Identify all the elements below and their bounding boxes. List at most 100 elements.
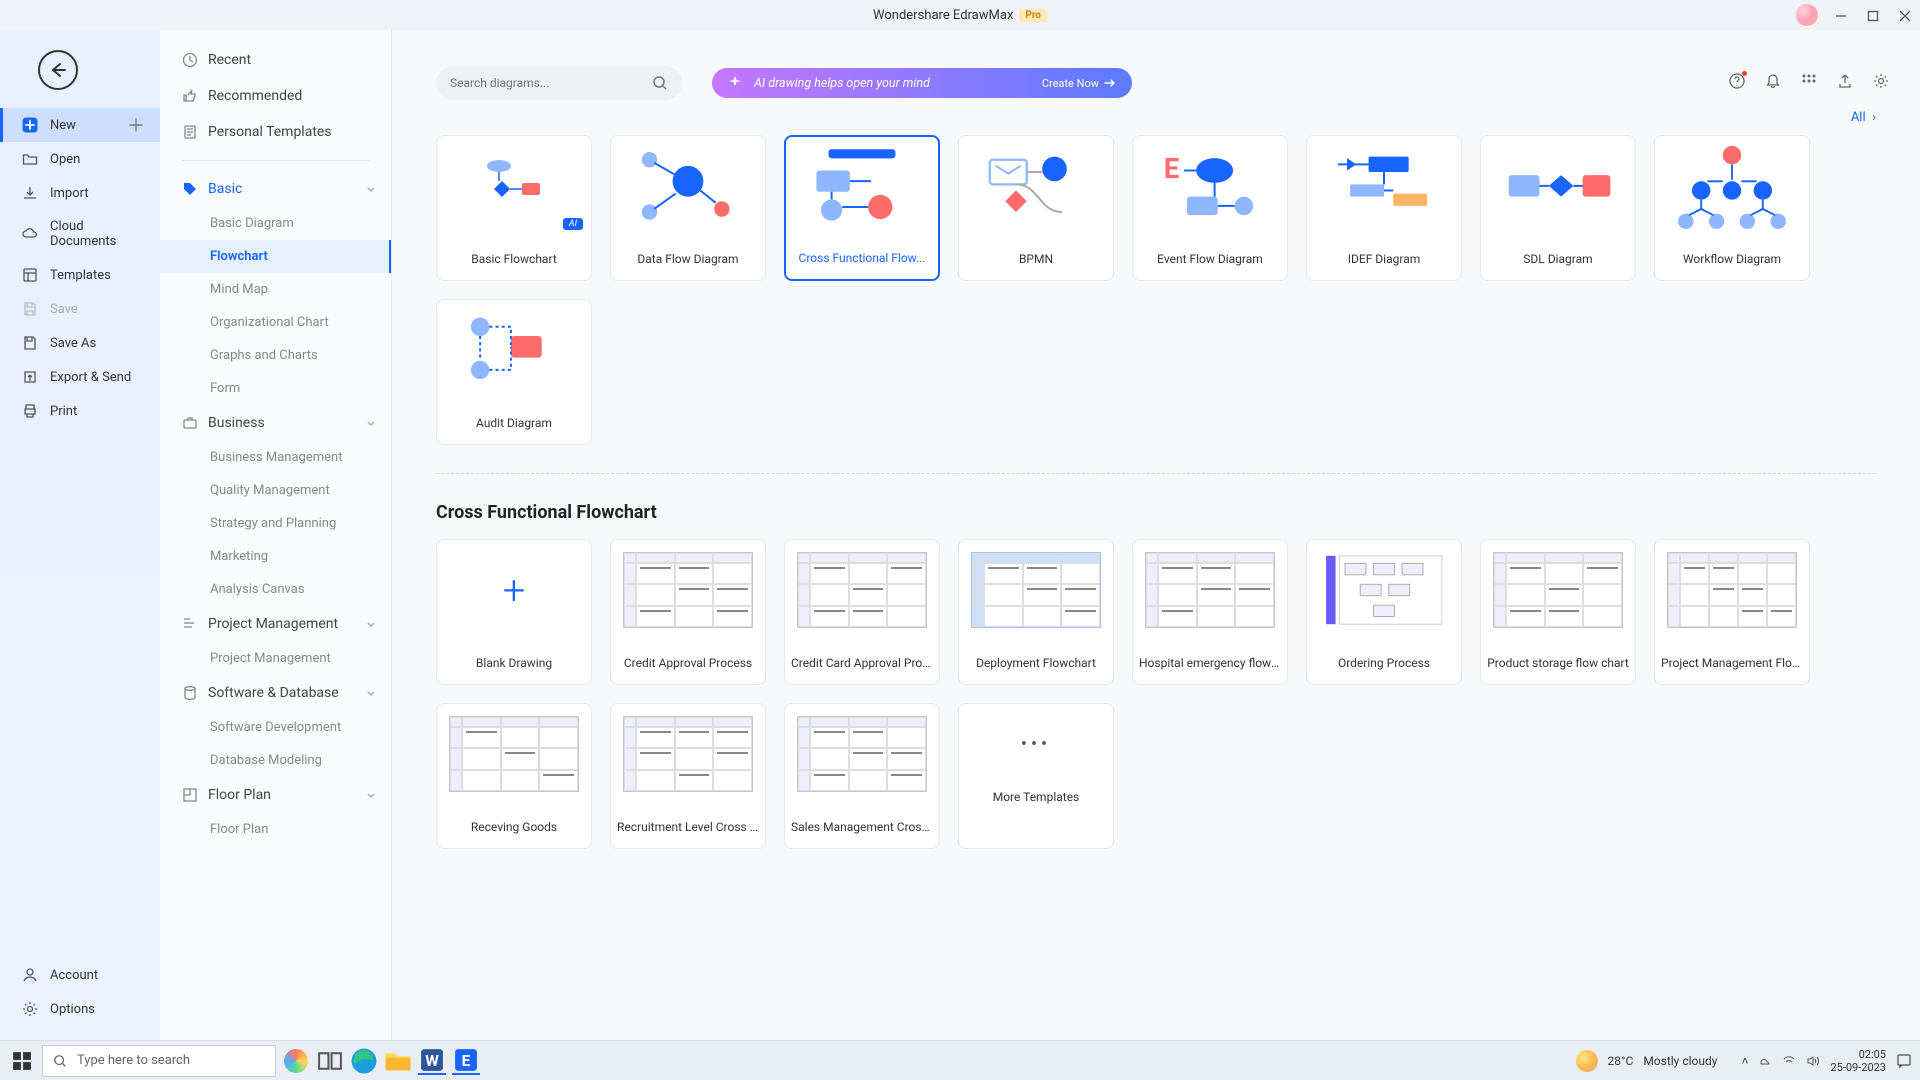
tpl-blank[interactable]: +Blank Drawing bbox=[436, 539, 592, 685]
cat-sub-project-mgmt[interactable]: Project Management bbox=[160, 642, 391, 675]
cat-header-floor-plan[interactable]: Floor Plan bbox=[160, 777, 391, 813]
start-button[interactable] bbox=[8, 1047, 36, 1075]
rail-open[interactable]: Open bbox=[0, 142, 160, 176]
app-title: Wondershare EdrawMax bbox=[873, 8, 1013, 23]
rail-export-send[interactable]: Export & Send bbox=[0, 360, 160, 394]
help-icon[interactable] bbox=[1728, 72, 1746, 90]
rail-save-as[interactable]: Save As bbox=[0, 326, 160, 360]
tpl-basic-flowchart[interactable]: AIBasic Flowchart bbox=[436, 135, 592, 281]
clock-icon bbox=[182, 52, 198, 68]
cat-sub-strategy[interactable]: Strategy and Planning bbox=[160, 507, 391, 540]
cat-sub-software-dev[interactable]: Software Development bbox=[160, 711, 391, 744]
tpl-data-flow[interactable]: Data Flow Diagram bbox=[610, 135, 766, 281]
cat-sub-quality-mgmt[interactable]: Quality Management bbox=[160, 474, 391, 507]
weather-temp[interactable]: 28°C bbox=[1608, 1054, 1634, 1068]
templates-icon bbox=[22, 267, 38, 283]
cat-recent[interactable]: Recent bbox=[160, 42, 391, 78]
edrawmax-icon[interactable]: E bbox=[452, 1047, 480, 1075]
database-icon bbox=[182, 685, 198, 701]
chevron-down-icon bbox=[365, 789, 377, 801]
cat-recommended[interactable]: Recommended bbox=[160, 78, 391, 114]
task-view-icon[interactable] bbox=[316, 1047, 344, 1075]
tpl-credit-card-approval[interactable]: Credit Card Approval Proc... bbox=[784, 539, 940, 685]
back-button[interactable] bbox=[38, 50, 78, 90]
tpl-ordering[interactable]: Ordering Process bbox=[1306, 539, 1462, 685]
tpl-idef[interactable]: IDEF Diagram bbox=[1306, 135, 1462, 281]
tpl-credit-approval[interactable]: Credit Approval Process bbox=[610, 539, 766, 685]
rail-templates[interactable]: Templates bbox=[0, 258, 160, 292]
tpl-workflow[interactable]: Workflow Diagram bbox=[1654, 135, 1810, 281]
notifications-tray-icon[interactable] bbox=[1896, 1053, 1912, 1069]
tpl-product-storage[interactable]: Product storage flow chart bbox=[1480, 539, 1636, 685]
apps-icon[interactable] bbox=[1800, 72, 1818, 90]
cat-sub-analysis-canvas[interactable]: Analysis Canvas bbox=[160, 573, 391, 606]
export-icon bbox=[22, 369, 38, 385]
tpl-label: SDL Diagram bbox=[1481, 252, 1635, 266]
cat-sub-db-modeling[interactable]: Database Modeling bbox=[160, 744, 391, 777]
share-icon[interactable] bbox=[1836, 72, 1854, 90]
cat-sub-org-chart[interactable]: Organizational Chart bbox=[160, 306, 391, 339]
onedrive-tray-icon[interactable] bbox=[1758, 1054, 1772, 1068]
search-input[interactable] bbox=[450, 76, 652, 90]
cortana-icon[interactable] bbox=[282, 1047, 310, 1075]
titlebar: Wondershare EdrawMax Pro bbox=[0, 0, 1920, 30]
ai-banner[interactable]: AI drawing helps open your mind Create N… bbox=[712, 68, 1132, 98]
tpl-deployment[interactable]: Deployment Flowchart bbox=[958, 539, 1114, 685]
rail-new[interactable]: New bbox=[0, 108, 160, 142]
edge-icon[interactable] bbox=[350, 1047, 378, 1075]
word-icon[interactable]: W bbox=[418, 1047, 446, 1075]
cat-header-business[interactable]: Business bbox=[160, 405, 391, 441]
tpl-cross-functional[interactable]: Cross Functional Flow... bbox=[784, 135, 940, 281]
rail-options[interactable]: Options bbox=[0, 992, 160, 1026]
tpl-recruitment[interactable]: Recruitment Level Cross F... bbox=[610, 703, 766, 849]
avatar[interactable] bbox=[1796, 4, 1818, 26]
tpl-label: Product storage flow chart bbox=[1481, 656, 1635, 670]
cat-sub-graphs-charts[interactable]: Graphs and Charts bbox=[160, 339, 391, 372]
close-button[interactable] bbox=[1898, 8, 1912, 22]
gantt-icon bbox=[182, 616, 198, 632]
cat-sub-marketing[interactable]: Marketing bbox=[160, 540, 391, 573]
ai-create-button[interactable]: Create Now bbox=[1042, 77, 1116, 90]
tpl-hospital[interactable]: Hospital emergency flow c... bbox=[1132, 539, 1288, 685]
cat-sub-business-mgmt[interactable]: Business Management bbox=[160, 441, 391, 474]
new-add-icon[interactable] bbox=[128, 117, 144, 133]
rail-import[interactable]: Import bbox=[0, 176, 160, 210]
wifi-tray-icon[interactable] bbox=[1782, 1054, 1796, 1068]
search-box[interactable] bbox=[436, 66, 682, 100]
cat-sub-flowchart[interactable]: Flowchart bbox=[160, 240, 391, 273]
cat-sub-form[interactable]: Form bbox=[160, 372, 391, 405]
cat-sub-mind-map[interactable]: Mind Map bbox=[160, 273, 391, 306]
volume-tray-icon[interactable] bbox=[1806, 1054, 1820, 1068]
cat-sub-basic-diagram[interactable]: Basic Diagram bbox=[160, 207, 391, 240]
cat-header-basic[interactable]: Basic bbox=[160, 171, 391, 207]
weather-text[interactable]: Mostly cloudy bbox=[1643, 1054, 1717, 1068]
cat-sub-floor-plan[interactable]: Floor Plan bbox=[160, 813, 391, 846]
minimize-button[interactable] bbox=[1834, 8, 1848, 22]
rail-account[interactable]: Account bbox=[0, 958, 160, 992]
tray-chevron-icon[interactable]: ˄ bbox=[1741, 1054, 1748, 1068]
tpl-project-mgmt-flow[interactable]: Project Management Flow... bbox=[1654, 539, 1810, 685]
settings-icon[interactable] bbox=[1872, 72, 1890, 90]
tpl-audit[interactable]: Audit Diagram bbox=[436, 299, 592, 445]
cat-personal-templates[interactable]: Personal Templates bbox=[160, 114, 391, 150]
rail-print[interactable]: Print bbox=[0, 394, 160, 428]
tpl-more[interactable]: •••More Templates bbox=[958, 703, 1114, 849]
all-link[interactable]: All › bbox=[392, 110, 1920, 135]
tpl-label: Workflow Diagram bbox=[1655, 252, 1809, 266]
svg-text:E: E bbox=[462, 1052, 471, 1070]
rail-label: Account bbox=[50, 968, 98, 983]
tpl-event-flow[interactable]: EEvent Flow Diagram bbox=[1132, 135, 1288, 281]
maximize-button[interactable] bbox=[1866, 8, 1880, 22]
tpl-bpmn[interactable]: BPMN bbox=[958, 135, 1114, 281]
tpl-sales-mgmt[interactable]: Sales Management Crossf... bbox=[784, 703, 940, 849]
bell-icon[interactable] bbox=[1764, 72, 1782, 90]
cat-header-software-db[interactable]: Software & Database bbox=[160, 675, 391, 711]
rail-cloud-documents[interactable]: Cloud Documents bbox=[0, 210, 160, 258]
taskbar-search[interactable]: Type here to search bbox=[42, 1045, 276, 1077]
cat-header-project-mgmt[interactable]: Project Management bbox=[160, 606, 391, 642]
rail-label: Cloud Documents bbox=[50, 219, 138, 249]
tpl-receiving-goods[interactable]: Receving Goods bbox=[436, 703, 592, 849]
explorer-icon[interactable] bbox=[384, 1047, 412, 1075]
tpl-sdl[interactable]: SDL Diagram bbox=[1480, 135, 1636, 281]
taskbar-clock[interactable]: 02:0525-09-2023 bbox=[1830, 1048, 1886, 1074]
